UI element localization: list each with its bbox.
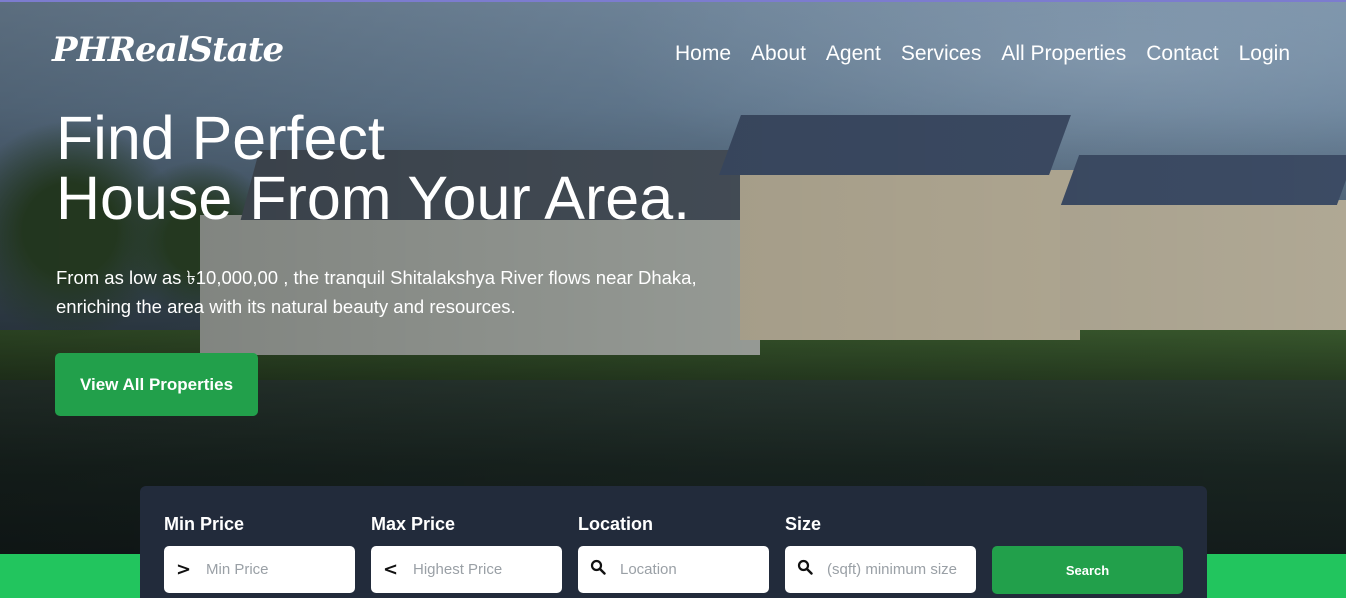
top-accent-strip xyxy=(0,0,1346,2)
min-price-box[interactable]: > xyxy=(164,546,355,593)
less-than-icon: < xyxy=(383,559,399,580)
hero-headline: Find Perfect House From Your Area. xyxy=(56,104,691,232)
nav-about[interactable]: About xyxy=(751,42,806,66)
nav-contact[interactable]: Contact xyxy=(1146,42,1218,66)
location-box[interactable] xyxy=(578,546,769,593)
nav-home[interactable]: Home xyxy=(675,42,731,66)
search-button[interactable]: Search xyxy=(992,546,1183,594)
location-label: Location xyxy=(578,514,653,534)
max-price-label: Max Price xyxy=(371,514,456,534)
hero-subtitle-line-1: From as low as ৳10,000,00 , the tranquil… xyxy=(56,267,697,288)
main-nav: Home About Agent Services All Properties… xyxy=(675,42,1290,66)
search-icon xyxy=(797,559,819,580)
location-input[interactable] xyxy=(620,561,765,578)
hero-headline-line-1: Find Perfect xyxy=(56,104,385,172)
search-icon xyxy=(590,559,612,580)
size-box[interactable] xyxy=(785,546,976,593)
nav-agent[interactable]: Agent xyxy=(826,42,881,66)
max-price-box[interactable]: < xyxy=(371,546,562,593)
hero-subtitle: From as low as ৳10,000,00 , the tranquil… xyxy=(56,263,756,321)
hero-headline-line-2: House From Your Area. xyxy=(56,164,691,232)
max-price-field: Max Price < xyxy=(371,514,562,593)
location-field: Location xyxy=(578,514,769,593)
nav-all-properties[interactable]: All Properties xyxy=(1001,42,1126,66)
size-field: Size xyxy=(785,514,976,593)
nav-services[interactable]: Services xyxy=(901,42,982,66)
hero-subtitle-line-2: enriching the area with its natural beau… xyxy=(56,296,516,317)
min-price-label: Min Price xyxy=(164,514,245,534)
nav-login[interactable]: Login xyxy=(1239,42,1290,66)
greater-than-icon: > xyxy=(176,559,192,580)
search-panel: Min Price > Max Price < Location Size xyxy=(140,486,1207,598)
max-price-input[interactable] xyxy=(413,561,558,578)
site-logo[interactable]: PHRealState xyxy=(52,30,284,70)
min-price-input[interactable] xyxy=(206,561,351,578)
view-all-properties-button[interactable]: View All Properties xyxy=(55,353,258,416)
size-input[interactable] xyxy=(827,561,972,578)
size-label: Size xyxy=(785,514,822,534)
min-price-field: Min Price > xyxy=(164,514,355,593)
